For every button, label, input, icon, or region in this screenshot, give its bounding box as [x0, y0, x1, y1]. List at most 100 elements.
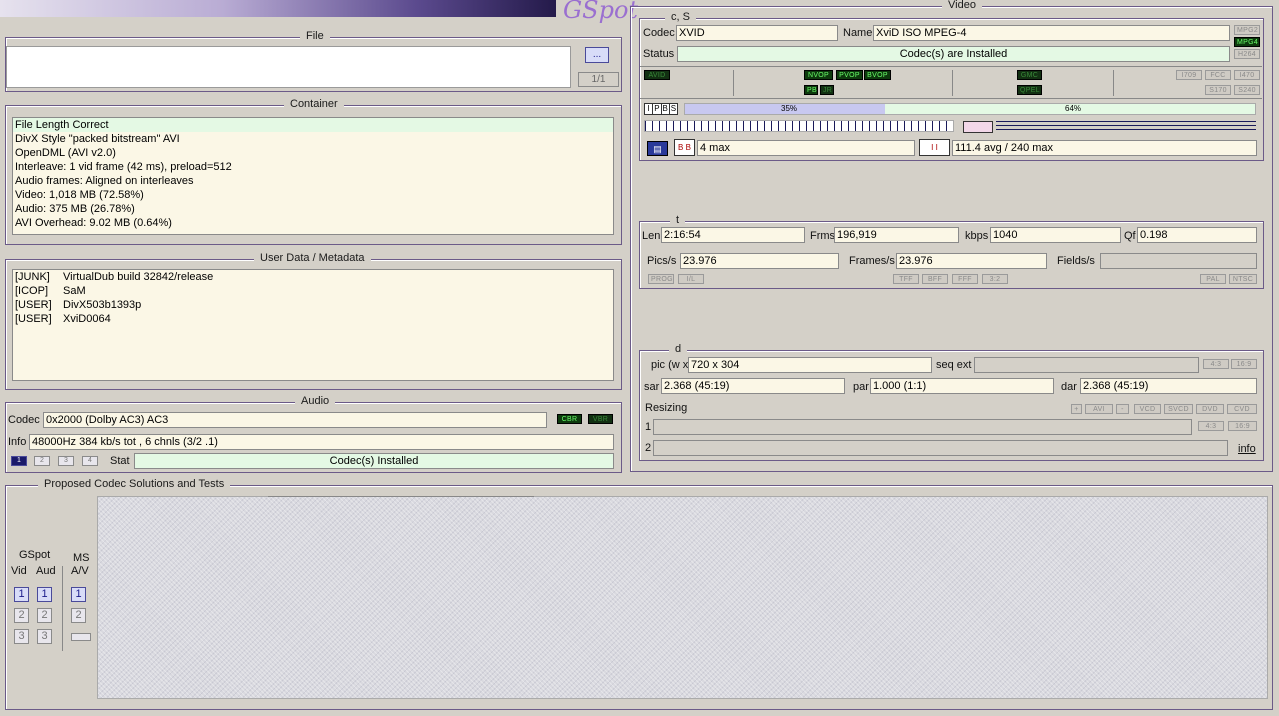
userdata-list[interactable]: [JUNK] VirtualDub build 32842/release [IC…: [12, 269, 614, 381]
bff-indicator: BFF: [922, 274, 948, 284]
aud-tests-label: Aud: [36, 565, 56, 577]
ms-test-3-button[interactable]: [71, 633, 91, 641]
userdata-group-title: User Data / Metadata: [254, 252, 371, 264]
file-path-input[interactable]: [6, 46, 571, 88]
ms-test-2-button[interactable]: 2: [71, 608, 86, 623]
vid-test-3-button[interactable]: 3: [14, 629, 29, 644]
ms-tests-label: MS: [73, 552, 90, 564]
frame-type-indicators: I P B S: [644, 103, 678, 115]
container-group-title: Container: [284, 98, 344, 110]
resizing-label: Resizing: [645, 402, 688, 414]
aud-test-3-button[interactable]: 3: [37, 629, 52, 644]
pb-indicator: PB: [804, 85, 818, 95]
table-row[interactable]: [ICOP] SaM: [13, 284, 613, 298]
resize-avi-button[interactable]: AVI: [1085, 404, 1113, 414]
bframes-icon: ▤: [647, 141, 668, 156]
vid-test-1-button[interactable]: 1: [14, 587, 29, 602]
bitrate-field[interactable]: 111.4 avg / 240 max: [952, 140, 1257, 156]
audio-info-label: Info: [8, 436, 27, 448]
table-row[interactable]: [JUNK] VirtualDub build 32842/release: [13, 270, 613, 284]
ms-test-1-button[interactable]: 1: [71, 587, 86, 602]
resize-vcd-button[interactable]: VCD: [1134, 404, 1161, 414]
frame-type-p: P: [654, 104, 662, 114]
kbps-label: kbps: [965, 230, 989, 242]
video-codec-label: Codec: [643, 27, 675, 39]
audio-stream-4-button[interactable]: 4: [82, 456, 98, 466]
frms-field[interactable]: 196,919: [834, 227, 959, 243]
table-row[interactable]: [USER] XviD0064: [13, 312, 613, 326]
video-group-title: Video: [942, 0, 982, 11]
video-codec-field[interactable]: XVID: [676, 25, 838, 41]
pvop-indicator: PVOP: [836, 70, 863, 80]
pic-field[interactable]: 720 x 304: [688, 357, 932, 373]
frame-timeline: [644, 120, 954, 132]
frame-ratio-left-pct: 35%: [781, 104, 798, 113]
resize-minus-button[interactable]: -: [1116, 404, 1129, 414]
audio-stream-1-button[interactable]: 1: [11, 456, 27, 466]
seq-ext-field[interactable]: [974, 357, 1199, 373]
proposed-results-panel[interactable]: [97, 496, 1268, 699]
list-item[interactable]: Video: 1,018 MB (72.58%): [13, 188, 613, 202]
audio-codec-label: Codec: [8, 414, 40, 426]
dimensions-group-title: d: [669, 343, 688, 355]
list-item[interactable]: OpenDML (AVI v2.0): [13, 146, 613, 160]
list-item[interactable]: DivX Style "packed bitstream" AVI: [13, 132, 613, 146]
container-info-list[interactable]: File Length Correct DivX Style "packed b…: [12, 117, 614, 235]
h264-indicator: H264: [1234, 49, 1260, 59]
audio-stat-field: Codec(s) Installed: [134, 453, 614, 469]
list-item[interactable]: Audio frames: Aligned on interleaves: [13, 174, 613, 188]
browse-button[interactable]: ...: [585, 47, 609, 63]
resize-row-2-label: 2: [645, 442, 652, 454]
aud-test-2-button[interactable]: 2: [37, 608, 52, 623]
qf-field[interactable]: 0.198: [1137, 227, 1257, 243]
metadata-tag: [USER]: [15, 313, 52, 325]
timeline-slider-handle[interactable]: [963, 121, 993, 133]
metadata-value: VirtualDub build 32842/release: [63, 271, 214, 283]
metadata-value: DivX503b1393p: [63, 299, 142, 311]
info-link[interactable]: info: [1238, 443, 1256, 455]
bframes-field[interactable]: 4 max: [697, 140, 915, 156]
kbps-field[interactable]: 1040: [990, 227, 1121, 243]
flags-divider-3: [1113, 70, 1114, 96]
resize-dvd-button[interactable]: DVD: [1196, 404, 1224, 414]
pulldown-indicator: 3:2: [982, 274, 1008, 284]
audio-stat-label: Stat: [110, 455, 130, 467]
frame-type-s: S: [670, 104, 677, 113]
fff-indicator: FFF: [952, 274, 978, 284]
len-field[interactable]: 2:16:54: [661, 227, 805, 243]
frames-field[interactable]: 23.976: [896, 253, 1047, 269]
resize-svcd-button[interactable]: SVCD: [1164, 404, 1193, 414]
audio-info-field[interactable]: 48000Hz 384 kb/s tot , 6 chnls (3/2 .1): [29, 434, 614, 450]
resize-cvd-button[interactable]: CVD: [1227, 404, 1257, 414]
resize-row-1-field[interactable]: [653, 419, 1192, 435]
pics-field[interactable]: 23.976: [680, 253, 839, 269]
dar-field[interactable]: 2.368 (45:19): [1080, 378, 1257, 394]
video-name-field[interactable]: XviD ISO MPEG-4: [873, 25, 1230, 41]
audio-codec-field[interactable]: 0x2000 (Dolby AC3) AC3: [43, 412, 547, 428]
ratio-4-3-indicator: 4:3: [1203, 359, 1229, 369]
vid-test-2-button[interactable]: 2: [14, 608, 29, 623]
audio-stream-2-button[interactable]: 2: [34, 456, 50, 466]
video-status-field: Codec(s) are Installed: [677, 46, 1230, 62]
fields-field[interactable]: [1100, 253, 1257, 269]
list-item[interactable]: Audio: 375 MB (26.78%): [13, 202, 613, 216]
resize-row-1-4-3-indicator: 4:3: [1198, 421, 1224, 431]
par-field[interactable]: 1.000 (1:1): [870, 378, 1054, 394]
list-item[interactable]: File Length Correct: [13, 118, 613, 132]
proposed-top-line: [268, 496, 534, 497]
ntsc-indicator: NTSC: [1229, 274, 1257, 284]
list-item[interactable]: Interleave: 1 vid frame (42 ms), preload…: [13, 160, 613, 174]
sar-field[interactable]: 2.368 (45:19): [661, 378, 845, 394]
codec-stream-group-title: c, S: [665, 11, 696, 23]
audio-stream-3-button[interactable]: 3: [58, 456, 74, 466]
resize-plus-button[interactable]: +: [1071, 404, 1082, 414]
qf-label: Qf: [1124, 230, 1136, 242]
bitrate-marker-icon: I I: [919, 139, 950, 156]
resize-row-2-field[interactable]: [653, 440, 1228, 456]
aud-test-1-button[interactable]: 1: [37, 587, 52, 602]
table-row[interactable]: [USER] DivX503b1393p: [13, 298, 613, 312]
avid-indicator: AVID: [644, 70, 670, 80]
tff-indicator: TFF: [893, 274, 919, 284]
proposed-group-title: Proposed Codec Solutions and Tests: [38, 478, 231, 490]
list-item[interactable]: AVI Overhead: 9.02 MB (0.64%): [13, 216, 613, 230]
